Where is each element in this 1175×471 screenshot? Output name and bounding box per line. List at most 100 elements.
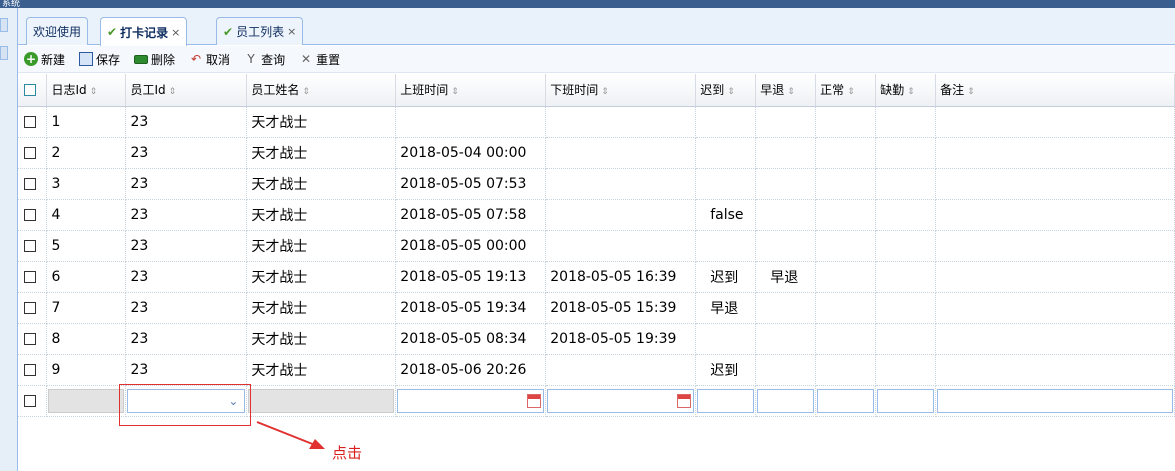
table-cell[interactable] [545,168,697,200]
table-cell[interactable] [545,354,697,386]
row-checkbox[interactable] [24,363,36,376]
row-checkbox[interactable] [24,332,36,345]
table-cell[interactable] [545,230,697,262]
table-cell[interactable]: 6 [46,261,127,293]
table-cell[interactable] [875,106,937,138]
table-cell[interactable] [695,168,757,200]
row-checkbox[interactable] [24,239,36,252]
row-checkbox[interactable] [24,177,36,190]
table-cell[interactable] [755,168,817,200]
table-cell[interactable]: 早退 [695,292,757,324]
row-checkbox[interactable] [24,208,36,221]
delete-button[interactable]: 删除 [134,51,175,68]
table-cell[interactable] [755,106,817,138]
row-select-cell[interactable] [18,230,48,262]
table-cell[interactable] [815,261,877,293]
row-checkbox[interactable] [24,394,36,407]
table-cell[interactable] [875,292,937,324]
table-cell[interactable]: 9 [46,354,127,386]
table-cell[interactable]: 迟到 [695,261,757,293]
table-row[interactable]: 4 23 天才战士 2018-05-05 07:58 false [18,199,1175,231]
table-cell[interactable]: 2018-05-05 16:39 [545,261,697,293]
table-cell[interactable] [875,323,937,355]
table-cell[interactable]: 2018-05-05 19:13 [395,261,547,293]
row-select-cell[interactable] [18,385,48,417]
column-header[interactable]: 下班时间 ⇕ [545,74,697,107]
table-cell[interactable] [875,168,937,200]
table-cell[interactable] [545,137,697,169]
calendar-icon[interactable] [677,393,692,408]
table-cell[interactable]: 23 [125,137,248,169]
table-cell[interactable]: 23 [125,292,248,324]
table-cell[interactable] [815,137,877,169]
strip-button[interactable] [0,46,8,60]
table-cell[interactable] [695,323,757,355]
table-row[interactable]: 2 23 天才战士 2018-05-04 00:00 [18,137,1175,169]
close-icon[interactable]: × [171,26,180,39]
table-cell[interactable] [935,354,1175,386]
table-cell[interactable] [545,106,697,138]
table-cell[interactable] [935,199,1175,231]
table-row[interactable]: 3 23 天才战士 2018-05-05 07:53 [18,168,1175,200]
table-cell[interactable]: 天才战士 [246,106,397,138]
row-select-cell[interactable] [18,354,48,386]
table-cell[interactable] [755,230,817,262]
table-cell[interactable]: 天才战士 [246,261,397,293]
table-cell[interactable] [875,199,937,231]
row-select-cell[interactable] [18,323,48,355]
table-cell[interactable] [755,137,817,169]
save-button[interactable]: 保存 [79,51,120,68]
column-header[interactable]: 正常 ⇕ [815,74,877,107]
table-cell[interactable]: 天才战士 [246,292,397,324]
table-cell[interactable] [695,137,757,169]
left-collapse-strip[interactable] [0,8,18,471]
row-select-cell[interactable] [18,106,48,138]
table-cell[interactable]: 2018-05-05 19:34 [395,292,547,324]
cancel-button[interactable]: ↶ 取消 [189,51,230,68]
table-row[interactable]: 6 23 天才战士 2018-05-05 19:13 2018-05-05 16:39 迟… [18,261,1175,293]
query-button[interactable]: Y 查询 [244,51,285,68]
table-cell[interactable] [695,106,757,138]
new-button[interactable]: + 新建 [24,51,65,68]
table-cell[interactable]: 7 [46,292,127,324]
table-cell[interactable] [755,323,817,355]
table-cell[interactable]: 3 [46,168,127,200]
table-cell[interactable]: false [695,199,757,231]
table-cell[interactable] [875,261,937,293]
table-row[interactable]: 1 23 天才战士 [18,106,1175,138]
reset-button[interactable]: ✕ 重置 [299,51,340,68]
table-cell[interactable]: 2018-05-05 00:00 [395,230,547,262]
table-cell[interactable]: 2018-05-05 08:34 [395,323,547,355]
column-header[interactable]: 日志Id ⇕ [46,74,127,107]
normal-input[interactable] [817,388,875,413]
table-cell[interactable] [935,323,1175,355]
row-select-cell[interactable] [18,137,48,169]
column-header[interactable]: 上班时间 ⇕ [395,74,547,107]
table-cell[interactable]: 迟到 [695,354,757,386]
table-cell[interactable] [935,168,1175,200]
tab-employee-list[interactable]: ✔ 员工列表 × [216,17,304,45]
table-cell[interactable] [815,323,877,355]
row-checkbox[interactable] [24,115,36,128]
remark-input[interactable] [937,388,1173,413]
table-cell[interactable] [935,106,1175,138]
table-cell[interactable] [815,230,877,262]
table-cell[interactable]: 天才战士 [246,354,397,386]
table-cell[interactable]: 2018-05-05 19:39 [545,323,697,355]
table-cell[interactable]: 天才战士 [246,199,397,231]
table-row[interactable]: 5 23 天才战士 2018-05-05 00:00 [18,230,1175,262]
table-row[interactable]: 9 23 天才战士 2018-05-06 20:26 迟到 [18,354,1175,386]
table-cell[interactable]: 天才战士 [246,168,397,200]
column-header[interactable]: 早退 ⇕ [755,74,817,107]
tab-welcome[interactable]: 欢迎使用 [26,17,89,45]
column-header[interactable]: 员工姓名 ⇕ [246,74,397,107]
select-all-checkbox[interactable] [24,84,36,97]
checkout-time-input[interactable] [547,388,695,413]
column-header[interactable]: 迟到 ⇕ [695,74,757,107]
table-row[interactable]: 8 23 天才战士 2018-05-05 08:34 2018-05-05 19:39 [18,323,1175,355]
table-cell[interactable]: 5 [46,230,127,262]
calendar-icon[interactable] [527,393,542,408]
table-cell[interactable] [815,354,877,386]
table-cell[interactable] [935,137,1175,169]
table-cell[interactable] [815,199,877,231]
